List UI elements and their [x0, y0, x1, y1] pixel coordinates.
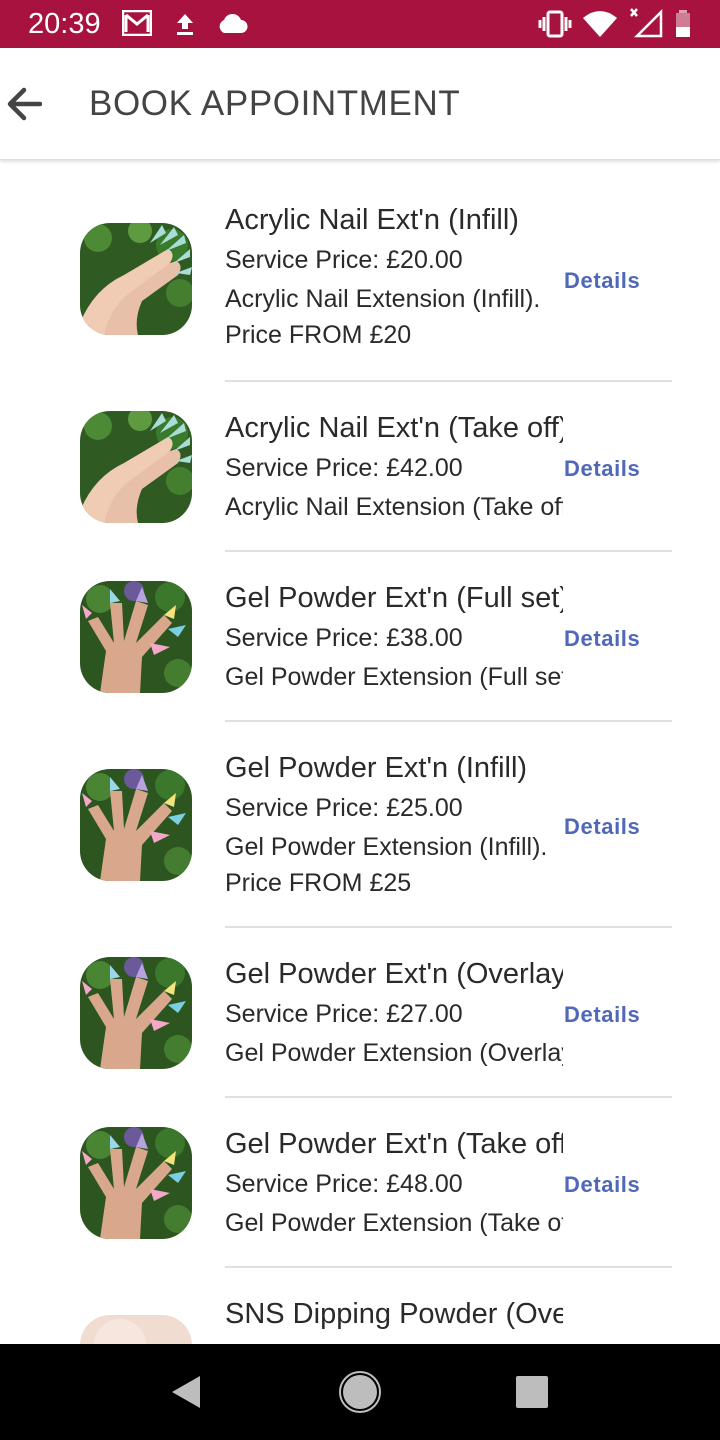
nav-recents-button[interactable]: [508, 1368, 556, 1416]
status-time: 20:39: [28, 8, 101, 40]
battery-icon: [676, 10, 690, 37]
service-info: Acrylic Nail Ext'n (Infill) Service Pric…: [225, 201, 563, 353]
service-info: Gel Powder Ext'n (Take off) Service Pric…: [225, 1125, 563, 1241]
service-description-line: Price FROM £20: [225, 321, 412, 349]
gel-powder-nails-thumbnail: [80, 957, 192, 1069]
service-title: Gel Powder Ext'n (Infill): [225, 752, 528, 784]
navigation-bar: [0, 1344, 720, 1440]
details-link[interactable]: Details: [564, 813, 640, 841]
service-item[interactable]: Gel Powder Ext'n (Full set) Service Pric…: [0, 552, 720, 722]
acrylic-nails-thumbnail: [80, 411, 192, 523]
service-description: Acrylic Nail Extension (Take off): [225, 493, 563, 521]
back-triangle-icon: [172, 1376, 200, 1408]
page-title: BOOK APPOINTMENT: [89, 84, 461, 123]
service-title: Acrylic Nail Ext'n (Infill): [225, 204, 519, 236]
service-info: Gel Powder Ext'n (Overlay) Service Price…: [225, 955, 563, 1071]
recents-square-icon: [516, 1376, 548, 1408]
service-info: Acrylic Nail Ext'n (Take off) Service Pr…: [225, 409, 563, 525]
home-circle-icon: [339, 1371, 381, 1413]
service-description: Gel Powder Extension (Full set): [225, 663, 563, 691]
nav-back-button[interactable]: [162, 1368, 210, 1416]
service-description-line: Gel Powder Extension (Infill).: [225, 833, 548, 861]
details-link[interactable]: Details: [564, 455, 640, 483]
service-price: Service Price: £20.00: [225, 246, 463, 274]
service-title: Gel Powder Ext'n (Full set): [225, 582, 563, 614]
service-price: Service Price: £48.00: [225, 1170, 463, 1198]
gel-powder-nails-thumbnail: [80, 769, 192, 881]
service-item[interactable]: Gel Powder Ext'n (Overlay) Service Price…: [0, 928, 720, 1098]
service-description-line: Acrylic Nail Extension (Infill).: [225, 285, 541, 313]
service-price: Service Price: £25.00: [225, 794, 463, 822]
service-title: Acrylic Nail Ext'n (Take off): [225, 412, 563, 444]
service-description-line: Price FROM £25: [225, 869, 412, 897]
gel-powder-nails-thumbnail: [80, 581, 192, 693]
nav-home-button[interactable]: [336, 1368, 384, 1416]
service-price: Service Price: £42.00: [225, 454, 463, 482]
service-info: SNS Dipping Powder (Overlay): [225, 1295, 563, 1333]
service-info: Gel Powder Ext'n (Full set) Service Pric…: [225, 579, 563, 695]
service-price: Service Price: £27.00: [225, 1000, 463, 1028]
app-bar: BOOK APPOINTMENT: [0, 48, 720, 160]
details-link[interactable]: Details: [564, 1171, 640, 1199]
vibrate-icon: [538, 10, 572, 38]
service-title: Gel Powder Ext'n (Take off): [225, 1128, 563, 1160]
service-list[interactable]: Acrylic Nail Ext'n (Infill) Service Pric…: [0, 161, 720, 1344]
details-link[interactable]: Details: [564, 1001, 640, 1029]
service-description: Acrylic Nail Extension (Infill). Price F…: [225, 281, 563, 353]
arrow-left-icon: [7, 87, 42, 121]
service-item[interactable]: Gel Powder Ext'n (Take off) Service Pric…: [0, 1098, 720, 1268]
service-info: Gel Powder Ext'n (Infill) Service Price:…: [225, 749, 563, 901]
service-description: Gel Powder Extension (Overlay): [225, 1039, 563, 1067]
back-button[interactable]: [0, 72, 64, 136]
service-item[interactable]: Gel Powder Ext'n (Infill) Service Price:…: [0, 722, 720, 928]
cloud-icon: [219, 13, 248, 33]
gmail-icon: [122, 10, 152, 36]
service-price: Service Price: £38.00: [225, 624, 463, 652]
sns-nails-thumbnail: [80, 1315, 192, 1344]
service-title: Gel Powder Ext'n (Overlay): [225, 958, 563, 990]
acrylic-nails-thumbnail: [80, 223, 192, 335]
service-title: SNS Dipping Powder (Overlay): [225, 1298, 563, 1330]
wifi-icon: [583, 11, 617, 37]
details-link[interactable]: Details: [564, 267, 640, 295]
signal-icon: [630, 8, 663, 38]
gel-powder-nails-thumbnail: [80, 1127, 192, 1239]
service-item[interactable]: Acrylic Nail Ext'n (Infill) Service Pric…: [0, 161, 720, 382]
upload-icon: [177, 14, 193, 35]
service-description: Gel Powder Extension (Take off): [225, 1209, 563, 1237]
service-description: Gel Powder Extension (Infill). Price FRO…: [225, 829, 563, 901]
service-item[interactable]: Acrylic Nail Ext'n (Take off) Service Pr…: [0, 382, 720, 552]
service-item[interactable]: SNS Dipping Powder (Overlay): [0, 1268, 720, 1344]
details-link[interactable]: Details: [564, 625, 640, 653]
status-bar: 20:39: [0, 0, 720, 48]
